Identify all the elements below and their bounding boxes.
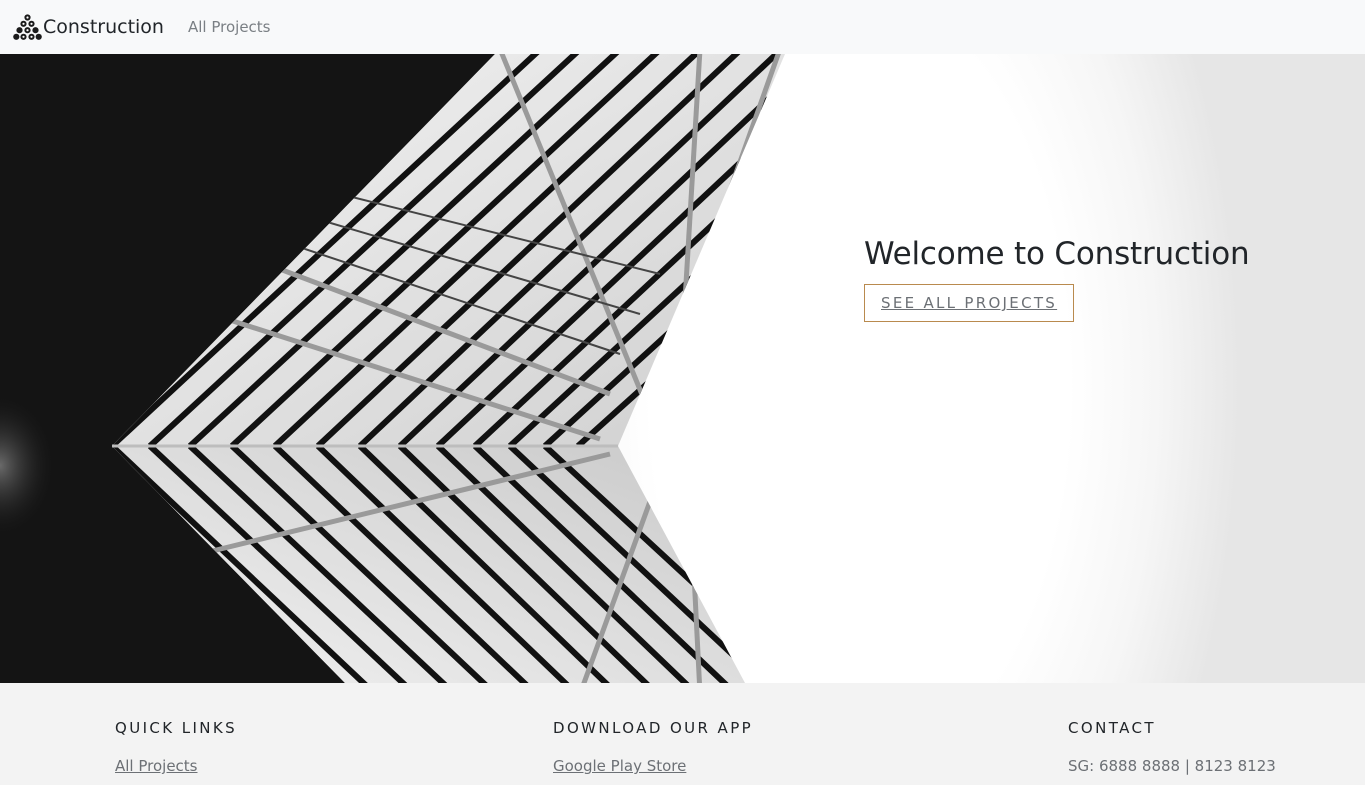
footer-heading-contact: CONTACT	[1068, 719, 1156, 737]
footer-link-google-play[interactable]: Google Play Store	[553, 757, 753, 775]
brand-name: Construction	[43, 16, 164, 38]
top-navbar: Construction All Projects	[0, 0, 1365, 54]
see-all-projects-button[interactable]: SEE ALL PROJECTS	[864, 284, 1075, 322]
footer-heading-download: DOWNLOAD OUR APP	[553, 719, 754, 737]
hero-content: Welcome to Construction SEE ALL PROJECTS	[864, 236, 1250, 322]
footer-quick-links: QUICK LINKS All Projects	[115, 719, 237, 775]
hero-title: Welcome to Construction	[864, 236, 1250, 272]
hero-banner: Welcome to Construction SEE ALL PROJECTS	[0, 54, 1365, 683]
footer-contact: CONTACT SG: 6888 8888 | 8123 8123	[1068, 719, 1276, 775]
architecture-hero-image	[0, 54, 785, 683]
contact-phone-text: SG: 6888 8888 | 8123 8123	[1068, 757, 1276, 775]
page-footer: QUICK LINKS All Projects DOWNLOAD OUR AP…	[0, 683, 1365, 785]
construction-logo-icon	[13, 13, 42, 40]
footer-download-app: DOWNLOAD OUR APP Google Play Store	[553, 719, 753, 775]
brand-home-link[interactable]: Construction	[13, 0, 164, 54]
footer-heading-quick-links: QUICK LINKS	[115, 719, 238, 737]
footer-link-all-projects[interactable]: All Projects	[115, 757, 237, 775]
nav-link-all-projects[interactable]: All Projects	[188, 0, 271, 54]
